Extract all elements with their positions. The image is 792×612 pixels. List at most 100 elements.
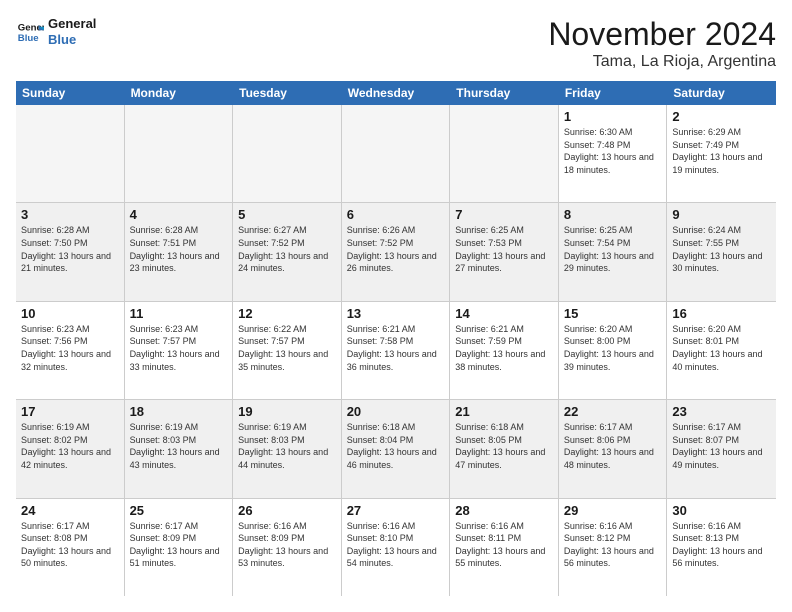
day-number: 28 — [455, 503, 553, 518]
page: General Blue General Blue November 2024 … — [0, 0, 792, 612]
day-number: 21 — [455, 404, 553, 419]
day-info: Sunrise: 6:26 AMSunset: 7:52 PMDaylight:… — [347, 224, 445, 274]
calendar-cell: 14 Sunrise: 6:21 AMSunset: 7:59 PMDayligh… — [450, 302, 559, 399]
calendar-cell: 27 Sunrise: 6:16 AMSunset: 8:10 PMDayligh… — [342, 499, 451, 596]
calendar-cell: 4Sunrise: 6:28 AMSunset: 7:51 PMDaylight… — [125, 203, 234, 300]
day-info: Sunrise: 6:16 AMSunset: 8:13 PMDaylight:… — [672, 520, 771, 570]
day-info: Sunrise: 6:28 AMSunset: 7:51 PMDaylight:… — [130, 224, 228, 274]
day-number: 13 — [347, 306, 445, 321]
title-block: November 2024 Tama, La Rioja, Argentina — [548, 16, 776, 71]
weekday-header: Thursday — [450, 81, 559, 105]
calendar-cell: 21 Sunrise: 6:18 AMSunset: 8:05 PMDayligh… — [450, 400, 559, 497]
calendar-cell: 25 Sunrise: 6:17 AMSunset: 8:09 PMDayligh… — [125, 499, 234, 596]
header: General Blue General Blue November 2024 … — [16, 16, 776, 71]
calendar-cell: 5 Sunrise: 6:27 AMSunset: 7:52 PMDaylight… — [233, 203, 342, 300]
day-info: Sunrise: 6:17 AMSunset: 8:08 PMDaylight:… — [21, 520, 119, 570]
calendar-cell: 10Sunrise: 6:23 AMSunset: 7:56 PMDayligh… — [16, 302, 125, 399]
day-number: 24 — [21, 503, 119, 518]
day-number: 8 — [564, 207, 662, 222]
calendar-cell — [450, 105, 559, 202]
calendar-cell: 23 Sunrise: 6:17 AMSunset: 8:07 PMDayligh… — [667, 400, 776, 497]
weekday-header: Friday — [559, 81, 668, 105]
calendar-cell — [342, 105, 451, 202]
day-info: Sunrise: 6:20 AMSunset: 8:00 PMDaylight:… — [564, 323, 662, 373]
day-number: 9 — [672, 207, 771, 222]
logo-line1: General — [48, 16, 96, 32]
day-number: 7 — [455, 207, 553, 222]
day-info: Sunrise: 6:21 AMSunset: 7:59 PMDaylight:… — [455, 323, 553, 373]
day-number: 6 — [347, 207, 445, 222]
day-info: Sunrise: 6:17 AMSunset: 8:07 PMDaylight:… — [672, 421, 771, 471]
calendar-cell: 16Sunrise: 6:20 AMSunset: 8:01 PMDayligh… — [667, 302, 776, 399]
day-info: Sunrise: 6:18 AMSunset: 8:05 PMDaylight:… — [455, 421, 553, 471]
day-number: 17 — [21, 404, 119, 419]
weekday-header: Sunday — [16, 81, 125, 105]
day-info: Sunrise: 6:25 AMSunset: 7:54 PMDaylight:… — [564, 224, 662, 274]
calendar-row: 1Sunrise: 6:30 AMSunset: 7:48 PMDaylight… — [16, 105, 776, 203]
day-info: Sunrise: 6:28 AMSunset: 7:50 PMDaylight:… — [21, 224, 119, 274]
weekday-header: Tuesday — [233, 81, 342, 105]
day-number: 5 — [238, 207, 336, 222]
calendar-row: 24 Sunrise: 6:17 AMSunset: 8:08 PMDayligh… — [16, 499, 776, 596]
calendar-cell — [16, 105, 125, 202]
calendar-cell: 20Sunrise: 6:18 AMSunset: 8:04 PMDayligh… — [342, 400, 451, 497]
calendar-cell: 8 Sunrise: 6:25 AMSunset: 7:54 PMDaylight… — [559, 203, 668, 300]
day-info: Sunrise: 6:17 AMSunset: 8:09 PMDaylight:… — [130, 520, 228, 570]
day-number: 26 — [238, 503, 336, 518]
day-number: 14 — [455, 306, 553, 321]
calendar: SundayMondayTuesdayWednesdayThursdayFrid… — [16, 81, 776, 596]
calendar-cell: 18Sunrise: 6:19 AMSunset: 8:03 PMDayligh… — [125, 400, 234, 497]
day-number: 3 — [21, 207, 119, 222]
calendar-cell: 30Sunrise: 6:16 AMSunset: 8:13 PMDayligh… — [667, 499, 776, 596]
svg-text:Blue: Blue — [18, 32, 39, 43]
calendar-cell: 26 Sunrise: 6:16 AMSunset: 8:09 PMDayligh… — [233, 499, 342, 596]
day-info: Sunrise: 6:16 AMSunset: 8:10 PMDaylight:… — [347, 520, 445, 570]
calendar-cell: 9 Sunrise: 6:24 AMSunset: 7:55 PMDaylight… — [667, 203, 776, 300]
day-number: 20 — [347, 404, 445, 419]
month-title: November 2024 — [548, 16, 776, 53]
day-info: Sunrise: 6:30 AMSunset: 7:48 PMDaylight:… — [564, 126, 662, 176]
day-info: Sunrise: 6:22 AMSunset: 7:57 PMDaylight:… — [238, 323, 336, 373]
calendar-row: 17 Sunrise: 6:19 AMSunset: 8:02 PMDayligh… — [16, 400, 776, 498]
calendar-cell: 6 Sunrise: 6:26 AMSunset: 7:52 PMDaylight… — [342, 203, 451, 300]
day-info: Sunrise: 6:29 AMSunset: 7:49 PMDaylight:… — [672, 126, 771, 176]
day-info: Sunrise: 6:24 AMSunset: 7:55 PMDaylight:… — [672, 224, 771, 274]
calendar-cell: 2 Sunrise: 6:29 AMSunset: 7:49 PMDaylight… — [667, 105, 776, 202]
day-number: 27 — [347, 503, 445, 518]
weekday-header: Saturday — [667, 81, 776, 105]
logo: General Blue General Blue — [16, 16, 96, 47]
weekday-header: Wednesday — [342, 81, 451, 105]
calendar-cell: 24 Sunrise: 6:17 AMSunset: 8:08 PMDayligh… — [16, 499, 125, 596]
calendar-row: 10Sunrise: 6:23 AMSunset: 7:56 PMDayligh… — [16, 302, 776, 400]
location: Tama, La Rioja, Argentina — [548, 53, 776, 71]
day-number: 16 — [672, 306, 771, 321]
day-info: Sunrise: 6:27 AMSunset: 7:52 PMDaylight:… — [238, 224, 336, 274]
day-info: Sunrise: 6:23 AMSunset: 7:56 PMDaylight:… — [21, 323, 119, 373]
day-info: Sunrise: 6:21 AMSunset: 7:58 PMDaylight:… — [347, 323, 445, 373]
calendar-cell: 3 Sunrise: 6:28 AMSunset: 7:50 PMDaylight… — [16, 203, 125, 300]
calendar-cell: 1Sunrise: 6:30 AMSunset: 7:48 PMDaylight… — [559, 105, 668, 202]
day-number: 19 — [238, 404, 336, 419]
calendar-body: 1Sunrise: 6:30 AMSunset: 7:48 PMDaylight… — [16, 105, 776, 596]
day-info: Sunrise: 6:16 AMSunset: 8:12 PMDaylight:… — [564, 520, 662, 570]
calendar-cell: 19 Sunrise: 6:19 AMSunset: 8:03 PMDayligh… — [233, 400, 342, 497]
day-number: 29 — [564, 503, 662, 518]
day-info: Sunrise: 6:19 AMSunset: 8:03 PMDaylight:… — [130, 421, 228, 471]
day-number: 2 — [672, 109, 771, 124]
day-info: Sunrise: 6:16 AMSunset: 8:11 PMDaylight:… — [455, 520, 553, 570]
weekday-header: Monday — [125, 81, 234, 105]
day-info: Sunrise: 6:17 AMSunset: 8:06 PMDaylight:… — [564, 421, 662, 471]
calendar-row: 3 Sunrise: 6:28 AMSunset: 7:50 PMDaylight… — [16, 203, 776, 301]
day-info: Sunrise: 6:16 AMSunset: 8:09 PMDaylight:… — [238, 520, 336, 570]
day-number: 25 — [130, 503, 228, 518]
day-info: Sunrise: 6:19 AMSunset: 8:02 PMDaylight:… — [21, 421, 119, 471]
logo-line2: Blue — [48, 32, 96, 48]
calendar-cell: 11Sunrise: 6:23 AMSunset: 7:57 PMDayligh… — [125, 302, 234, 399]
day-number: 15 — [564, 306, 662, 321]
day-number: 12 — [238, 306, 336, 321]
calendar-cell: 22Sunrise: 6:17 AMSunset: 8:06 PMDayligh… — [559, 400, 668, 497]
day-number: 23 — [672, 404, 771, 419]
day-info: Sunrise: 6:25 AMSunset: 7:53 PMDaylight:… — [455, 224, 553, 274]
day-info: Sunrise: 6:19 AMSunset: 8:03 PMDaylight:… — [238, 421, 336, 471]
calendar-header: SundayMondayTuesdayWednesdayThursdayFrid… — [16, 81, 776, 105]
